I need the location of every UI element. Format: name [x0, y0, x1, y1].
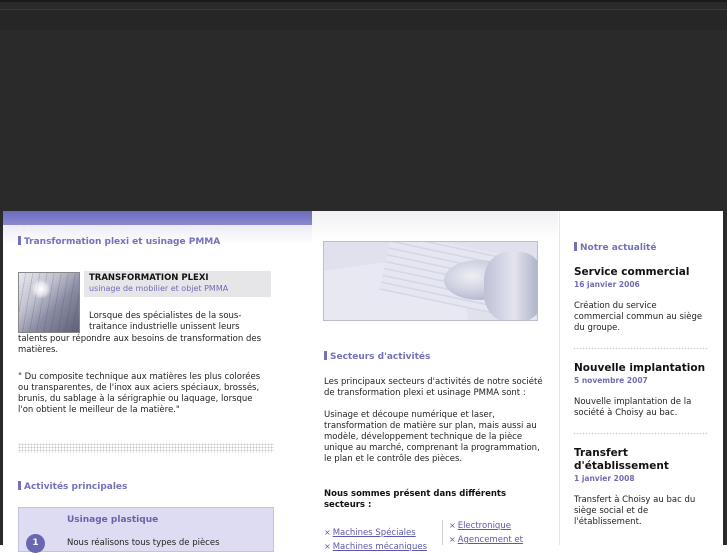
header-shade: [0, 10, 727, 30]
sector-link-agencement[interactable]: Agencement et: [458, 535, 523, 545]
thumbnail-light-flare: [31, 279, 51, 299]
page-frame-left: [0, 211, 3, 545]
product-title: TRANSFORMATION PLEXI: [89, 273, 209, 283]
sector-link-item[interactable]: ⨯ Electronique: [449, 519, 523, 533]
news-text-3-line-2: siège social et de: [574, 506, 649, 516]
intro-line-3: talents pour répondre aux besoins de tra…: [18, 334, 262, 344]
sectors-p2-line-4: unique au marché, comprenant la programm…: [324, 443, 540, 453]
section-bullet-icon: [18, 236, 21, 245]
news-text-2-line-2: société à Choisy au bac.: [574, 408, 678, 418]
x-bullet-icon: ⨯: [324, 542, 331, 551]
header-banner: [0, 0, 727, 211]
news-date-3: 1 janvier 2008: [574, 474, 635, 483]
left-column-header-bar: [3, 211, 312, 225]
section-title-transformation: Transformation plexi et usinage PMMA: [18, 236, 220, 247]
product-subtitle: usinage de mobilier et objet PMMA: [89, 284, 229, 293]
news-title-2[interactable]: Nouvelle implantation: [574, 362, 705, 375]
x-bullet-icon: ⨯: [324, 528, 331, 537]
sectors-p1-line-2: de transformation plexi et usinage PMMA …: [324, 388, 526, 398]
sectors-p2-line-1: Usinage et découpe numérique et laser,: [324, 410, 495, 420]
intro-line-1: Lorsque des spécialistes de la sous-: [89, 311, 242, 321]
section-title-activities: Activités principales: [18, 481, 127, 492]
sectors-p2-line-5: le plan et le contrôle des pièces.: [324, 454, 463, 464]
section-bullet-icon: [574, 242, 577, 251]
sector-links-right: ⨯ Electronique ⨯ Agencement et: [449, 519, 523, 547]
news-title-3-line-2[interactable]: d'établissement: [574, 460, 669, 473]
intro-line-4: matières.: [18, 345, 59, 355]
sectors-p1-line-1: Les principaux secteurs d'activités de n…: [324, 377, 543, 387]
sector-link-electronique[interactable]: Electronique: [458, 521, 511, 531]
header-top-line: [0, 0, 727, 2]
links-divider: [442, 520, 443, 545]
present-title-line-1: Nous sommes présent dans différents: [324, 489, 507, 499]
news-date-2: 5 novembre 2007: [574, 376, 648, 385]
news-text-3-line-3: l'établissement.: [574, 517, 642, 527]
news-text-2-line-1: Nouvelle implantation de la: [574, 397, 692, 407]
sector-link-machines-mecaniques[interactable]: Machines mécaniques: [333, 542, 427, 552]
middle-column-header-fade: [312, 211, 558, 241]
sector-link-item[interactable]: ⨯ Machines mécaniques: [324, 540, 427, 554]
news-text-1-line-2: commercial commun au siège: [574, 312, 703, 322]
section-title-news: Notre actualité: [574, 242, 656, 253]
blueprint-photo: [323, 241, 538, 321]
intro-line-2: traitance industrielle unissent leurs: [89, 322, 240, 332]
activity-number-badge: 1: [26, 534, 45, 553]
x-bullet-icon: ⨯: [449, 521, 456, 530]
news-divider: [573, 347, 708, 350]
news-text-3-line-1: Transfert à Choisy au bac du: [574, 495, 696, 505]
photo-tint: [324, 242, 537, 320]
dotted-divider: [18, 443, 274, 453]
news-text-1-line-1: Création du service: [574, 301, 657, 311]
section-title-sectors: Secteurs d'activités: [324, 351, 430, 362]
sector-link-machines-speciales[interactable]: Machines Spéciales: [333, 528, 416, 538]
quote-line-2: ou transparentes, de l'inox aux aciers s…: [18, 383, 260, 393]
news-text-1-line-3: du groupe.: [574, 323, 621, 333]
product-thumbnail[interactable]: [18, 272, 80, 333]
news-title-3-line-1[interactable]: Transfert: [574, 447, 628, 460]
present-title-line-2: secteurs :: [324, 500, 372, 510]
x-bullet-icon: ⨯: [449, 535, 456, 544]
news-title-1[interactable]: Service commercial: [574, 266, 689, 279]
thumbnail-texture: [19, 273, 79, 332]
activity-description: Nous réalisons tous types de pièces: [67, 538, 220, 548]
page-frame-right: [723, 211, 727, 545]
sectors-p2-line-3: modèle, développement technique de la pi…: [324, 432, 523, 442]
header-divider: [0, 9, 727, 10]
section-bullet-icon: [18, 481, 21, 490]
quote-line-1: " Du composite technique aux matières le…: [18, 372, 261, 382]
section-bullet-icon: [324, 351, 327, 360]
activity-title[interactable]: Usinage plastique: [67, 515, 158, 525]
quote-line-4: l'on obtient le meilleur de la matière.": [18, 405, 180, 415]
sector-links-left: ⨯ Machines Spéciales ⨯ Machines mécaniques: [324, 526, 427, 554]
news-date-1: 16 janvier 2006: [574, 280, 640, 289]
news-divider: [573, 432, 708, 435]
sectors-p2-line-2: transformation de matière sur plan, mais…: [324, 421, 537, 431]
sector-link-item[interactable]: ⨯ Machines Spéciales: [324, 526, 427, 540]
quote-line-3: brunis, du sablage à la sérigraphie ou l…: [18, 394, 253, 404]
